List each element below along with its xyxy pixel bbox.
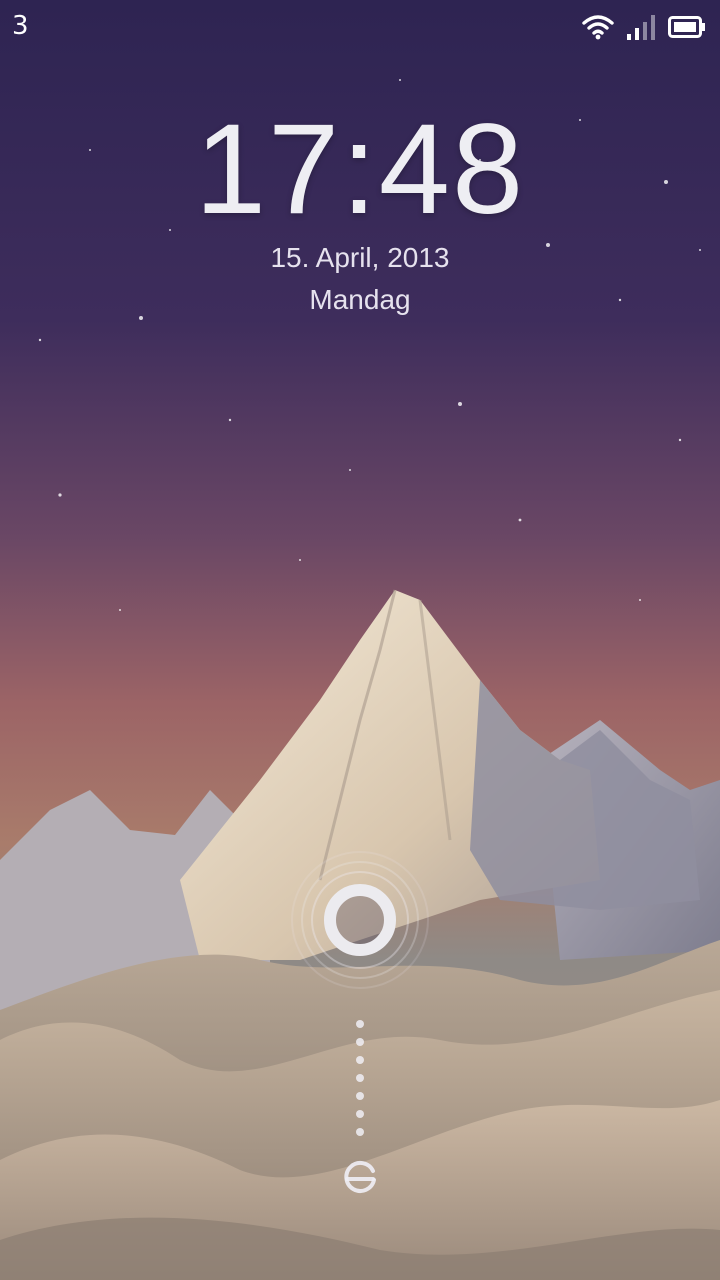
carrier-label: 3 (12, 11, 29, 41)
status-bar: 3 (0, 0, 720, 52)
track-dot (356, 1020, 364, 1028)
unlock-ring-icon[interactable] (324, 884, 396, 956)
battery-icon (668, 16, 706, 38)
track-dot (356, 1074, 364, 1082)
unlock-target-icon[interactable] (340, 1158, 380, 1198)
wifi-icon (582, 14, 614, 40)
lock-screen: 3 17:48 15. April, 2013 Mandag (0, 0, 720, 1280)
lock-screen-date: 15. April, 2013 (270, 242, 450, 273)
track-dot (356, 1038, 364, 1046)
track-dot (356, 1056, 364, 1064)
unlock-track (354, 1016, 366, 1140)
cellular-signal-icon (626, 14, 656, 40)
track-dot (356, 1128, 364, 1136)
track-dot (356, 1092, 364, 1100)
track-dot (356, 1110, 364, 1118)
lock-screen-clock: 17:48 (194, 98, 526, 241)
lock-screen-weekday: Mandag (309, 284, 411, 315)
status-icons (582, 12, 706, 42)
